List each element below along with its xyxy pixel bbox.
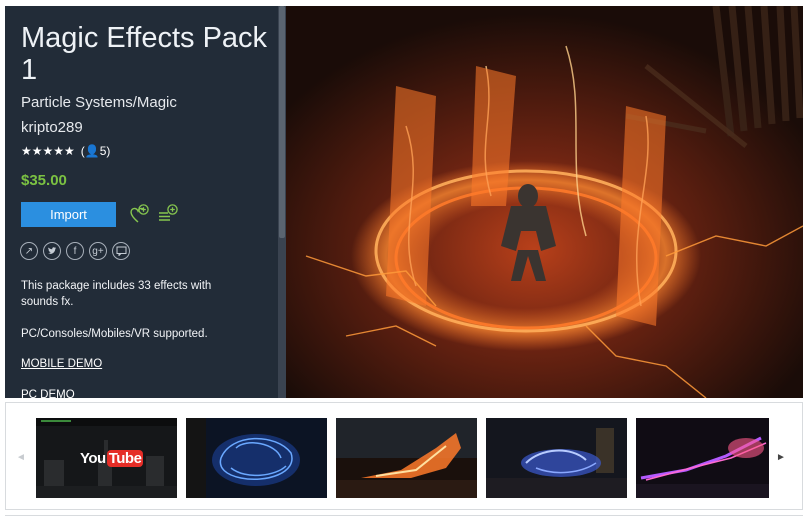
asset-price: $35.00 xyxy=(21,172,67,189)
sidebar-scrollbar[interactable] xyxy=(278,6,286,398)
gallery-thumbnail-4[interactable] xyxy=(486,418,627,498)
google-plus-icon[interactable]: g+ xyxy=(89,242,107,260)
gallery-thumbnail-2[interactable] xyxy=(186,418,327,498)
description-text-2: PC/Consoles/Mobiles/VR supported. xyxy=(21,328,208,340)
comment-icon[interactable] xyxy=(112,242,130,260)
pc-demo-link[interactable]: PC DEMO xyxy=(21,389,75,398)
gallery-thumbnail-5[interactable] xyxy=(636,418,769,498)
rating[interactable]: ★★★★★ (👤5) xyxy=(21,144,110,158)
facebook-icon[interactable]: f xyxy=(66,242,84,260)
hero-screenshot[interactable] xyxy=(286,6,803,398)
publisher-link[interactable]: kripto289 xyxy=(21,119,83,136)
description-overflow: PC DEMO xyxy=(5,383,278,398)
asset-category-link[interactable]: Particle Systems/Magic xyxy=(21,94,177,111)
youtube-logo-icon: You Tube xyxy=(80,450,144,467)
rating-count: (👤5) xyxy=(80,144,111,158)
share-buttons: ↗ f g+ xyxy=(20,242,130,260)
scrollbar-thumb[interactable] xyxy=(279,6,285,238)
add-to-list-icon[interactable] xyxy=(157,203,179,225)
import-button[interactable]: Import xyxy=(21,202,116,227)
asset-title: Magic Effects Pack 1 xyxy=(21,22,268,86)
description-text-1: This package includes 33 effects with so… xyxy=(21,280,212,308)
add-to-wishlist-icon[interactable] xyxy=(128,203,150,225)
twitter-icon[interactable] xyxy=(43,242,61,260)
gallery-next-arrow[interactable]: ► xyxy=(776,452,786,463)
external-link-icon[interactable]: ↗ xyxy=(20,242,38,260)
gallery-prev-arrow[interactable]: ◄ xyxy=(16,452,26,463)
mobile-demo-link[interactable]: MOBILE DEMO xyxy=(21,358,102,370)
star-rating-icon: ★★★★★ xyxy=(21,144,75,158)
gallery-thumbnail-3[interactable] xyxy=(336,418,477,498)
